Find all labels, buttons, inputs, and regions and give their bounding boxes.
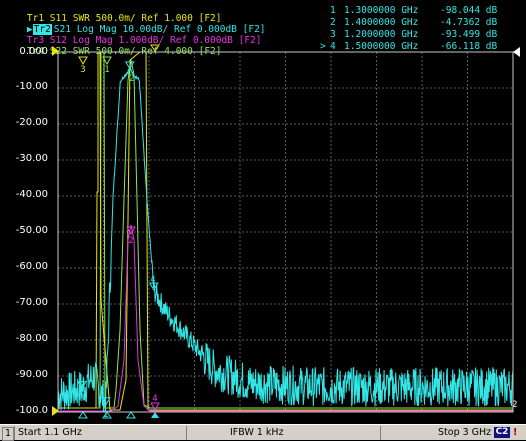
marker-4-label: 4 [150, 275, 155, 285]
status-divider [186, 426, 187, 440]
marker-2-label: 2 [129, 74, 134, 84]
marker-3-s11-label: 3 [80, 65, 85, 75]
calibration-badge[interactable]: C2 [494, 427, 510, 438]
stimulus-marker-top [150, 44, 160, 52]
marker-3-label: 3 [79, 394, 84, 404]
plot-area[interactable]: 24133 124 [0, 0, 526, 440]
vna-display: Tr1 S11 SWR 500.0m/ Ref 1.000 [F2] ▶Tr2 S… [0, 0, 526, 441]
status-divider [380, 426, 381, 440]
stimulus-marker-3 [126, 411, 136, 419]
marker-4-s12 [150, 402, 160, 412]
channel-number[interactable]: 1 [2, 427, 14, 441]
marker-2-s12-label: 2 [128, 236, 133, 246]
marker-3-s11 [78, 56, 88, 66]
warning-icon[interactable]: ! [513, 427, 517, 438]
status-bar: 1 Start 1.1 GHz IFBW 1 kHz Stop 3 GHz C2… [0, 424, 526, 441]
stop-frequency[interactable]: Stop 3 GHz [438, 427, 491, 439]
status-divider [14, 426, 15, 440]
start-frequency[interactable]: Start 1.1 GHz [18, 427, 82, 439]
marker-1-s22-label: 1 [104, 65, 109, 75]
ifbw[interactable]: IFBW 1 kHz [230, 427, 284, 439]
stimulus-marker-active [151, 412, 159, 418]
stimulus-marker-1 [78, 411, 88, 419]
